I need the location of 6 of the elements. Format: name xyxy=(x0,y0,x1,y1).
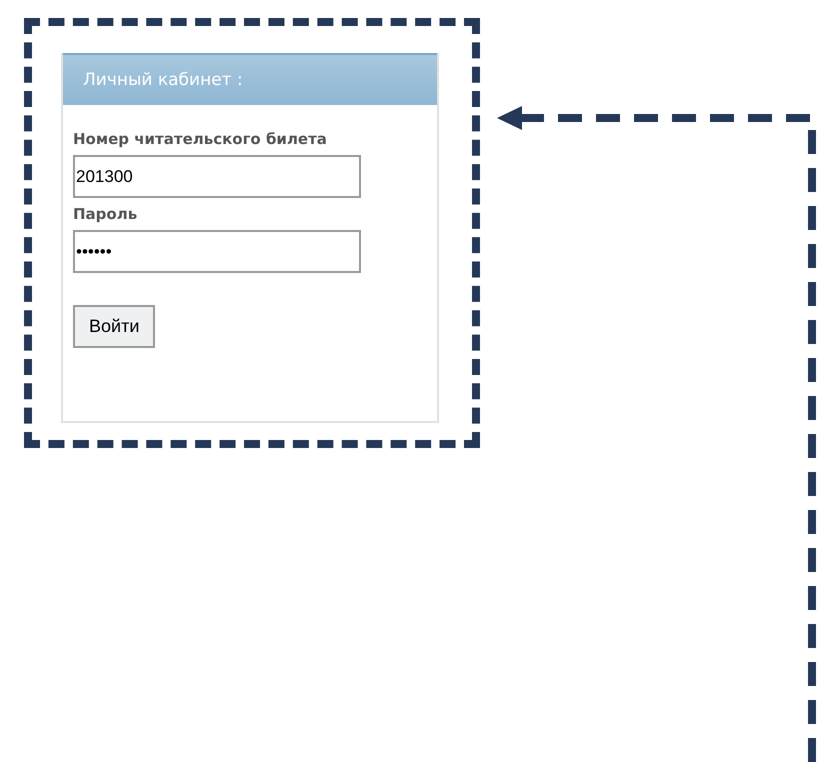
input-field[interactable]: •••••• xyxy=(73,230,361,273)
panel-title: Личный кабинет : xyxy=(83,70,243,90)
input-field[interactable]: 201300 xyxy=(73,155,361,198)
login-button[interactable]: Войти xyxy=(73,305,156,348)
field-label: Пароль xyxy=(73,204,138,225)
field-label: Номер читательского билета xyxy=(73,129,328,150)
